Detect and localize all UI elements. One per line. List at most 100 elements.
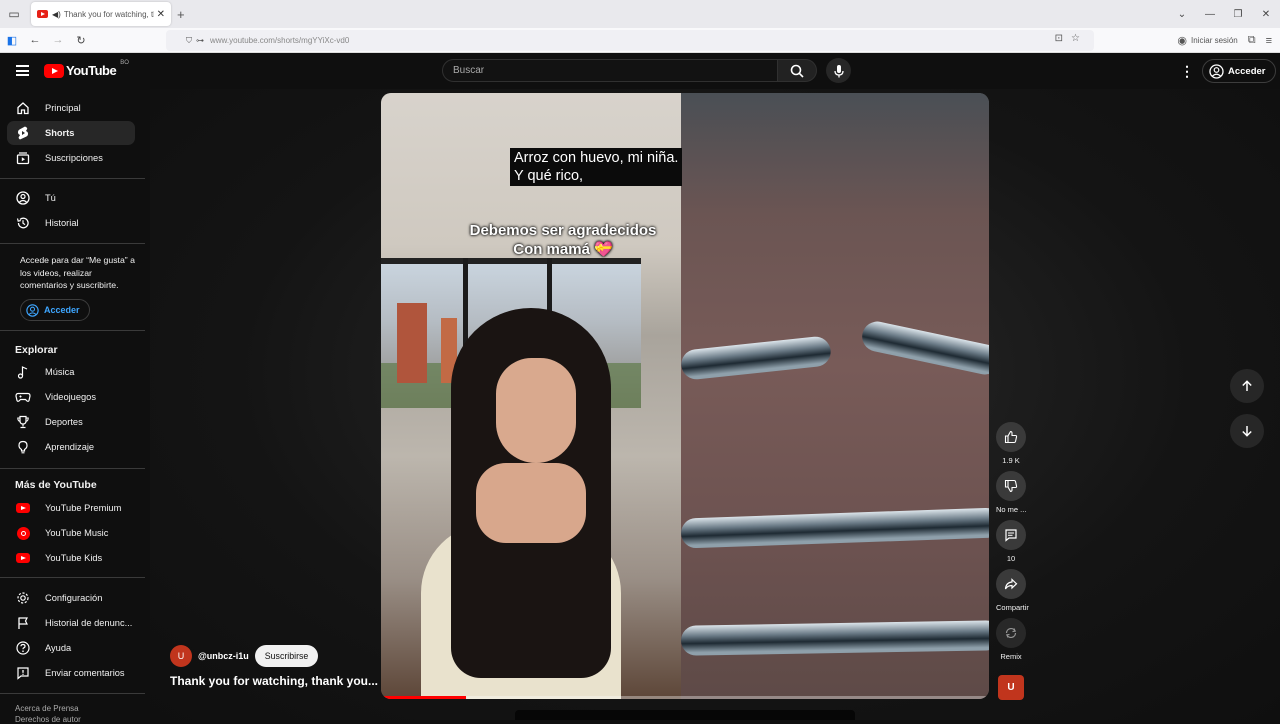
short-title[interactable]: Thank you for watching, thank you... (170, 674, 378, 688)
like-count: 1.9 K (1002, 456, 1020, 465)
music-note-icon (15, 364, 31, 380)
browser-signin-label[interactable]: Iniciar sesión (1191, 36, 1238, 45)
sidebar-divider (0, 178, 145, 179)
sidebar-item-enviar-comentarios[interactable]: Enviar comentarios (7, 661, 135, 685)
sidebar-item-label: Historial de denunc... (45, 618, 133, 628)
sidebar-item-musica[interactable]: Música (7, 360, 135, 384)
nav-right-tools: ◉ Iniciar sesión ⧉ ≡ (1177, 28, 1272, 53)
address-bar[interactable]: ⛉ ⊶ www.youtube.com/shorts/mgYYiXc-vd0 ⊡… (166, 30, 1094, 51)
short-video-player[interactable]: Arroz con huevo, mi niña. Y qué rico, De… (381, 93, 989, 699)
overlay-line-1: Debemos ser agradecidos (469, 222, 657, 239)
channel-name[interactable]: @unbcz-i1u (198, 651, 249, 661)
shield-icon[interactable]: ⛉ (186, 36, 192, 46)
reload-icon[interactable]: ↻ (70, 34, 92, 47)
browser-tab-bar: ▭ ◀) Thank you for watching, thank y ✕ +… (0, 0, 1280, 28)
comments-button[interactable] (996, 520, 1026, 550)
extensions-icon[interactable]: ⧉ (1248, 34, 1256, 47)
video-subtitle: Arroz con huevo, mi niña. Y qué rico, (510, 148, 683, 186)
youtube-favicon-icon (37, 10, 48, 18)
minimize-icon[interactable]: — (1196, 9, 1224, 20)
subtitle-line-2: Y qué rico, (514, 168, 584, 184)
sidebar-item-tu[interactable]: Tú (7, 186, 135, 210)
like-button[interactable] (996, 422, 1026, 452)
youtube-music-icon (15, 525, 31, 541)
sidebar-signin-button[interactable]: Acceder (20, 299, 90, 321)
video-right-scene (679, 93, 989, 699)
back-icon[interactable]: ← (24, 34, 46, 46)
browser-tab[interactable]: ◀) Thank you for watching, thank y ✕ (31, 2, 171, 26)
sidebar-item-aprendizaje[interactable]: Aprendizaje (7, 435, 135, 459)
sidebar-item-ayuda[interactable]: Ayuda (7, 636, 135, 660)
channel-avatar[interactable]: U (170, 645, 192, 667)
restore-icon[interactable]: ❐ (1224, 9, 1252, 20)
dislike-label: No me ... (996, 505, 1027, 514)
sidebar-item-youtube-kids[interactable]: YouTube Kids (7, 546, 135, 570)
footer-links[interactable]: Acerca de Prensa (15, 704, 79, 713)
search-icon (790, 64, 804, 78)
speaker-icon[interactable]: ◀) (52, 10, 61, 19)
subtitle-line-1: Arroz con huevo, mi niña. (514, 150, 679, 166)
sidebar-item-videojuegos[interactable]: Videojuegos (7, 385, 135, 409)
account-icon[interactable]: ◉ (1177, 34, 1187, 47)
search-input[interactable]: Buscar (442, 59, 778, 82)
youtube-logo[interactable]: YouTube BO (44, 59, 129, 78)
menu-icon[interactable]: ≡ (1266, 35, 1272, 47)
signin-prompt-text: Accede para dar “Me gusta” a los videos,… (20, 255, 135, 290)
signin-label: Acceder (1228, 65, 1266, 77)
sidebar-item-historial[interactable]: Historial (7, 211, 135, 235)
voice-search-button[interactable] (826, 58, 851, 83)
sidebar-item-youtube-music[interactable]: YouTube Music (7, 521, 135, 545)
sidebar-item-label: Enviar comentarios (45, 668, 125, 678)
tab-title: Thank you for watching, thank y (63, 9, 154, 19)
sidebar-item-label: Música (45, 367, 75, 377)
remix-icon (1005, 627, 1017, 639)
subscribe-button[interactable]: Suscribirse (254, 645, 319, 667)
video-progress-bar[interactable] (381, 696, 989, 699)
new-tab-icon[interactable]: + (177, 7, 185, 22)
sidebar-item-deportes[interactable]: Deportes (7, 410, 135, 434)
flag-icon (15, 615, 31, 631)
microphone-icon (833, 64, 844, 77)
sidebar-item-principal[interactable]: Principal (7, 96, 135, 120)
account-circle-icon (1209, 63, 1224, 79)
dislike-button[interactable] (996, 471, 1026, 501)
explore-heading: Explorar (15, 344, 58, 356)
sidebar-item-suscripciones[interactable]: Suscripciones (7, 146, 135, 170)
arrow-up-icon (1242, 380, 1252, 391)
signin-button[interactable]: Acceder (1202, 59, 1276, 83)
share-icon (1004, 578, 1018, 590)
share-button[interactable] (996, 569, 1026, 599)
sidebar-divider (0, 693, 145, 694)
tab-list-icon[interactable]: ▭ (3, 3, 25, 25)
sidebar-item-label: Shorts (45, 128, 75, 138)
remix-button[interactable] (996, 618, 1026, 648)
shorts-icon (15, 125, 31, 141)
sidebar-item-configuracion[interactable]: Configuración (7, 586, 135, 610)
bookmark-star-icon[interactable]: ⊡☆ (1055, 33, 1088, 44)
feedback-icon (15, 665, 31, 681)
sound-channel-avatar[interactable]: U (998, 675, 1024, 700)
comments-action: 10 (996, 520, 1026, 563)
sidebar-item-historial-denuncias[interactable]: Historial de denunc... (7, 611, 135, 635)
sidebar-divider (0, 330, 145, 331)
sidebar-toggle-icon[interactable]: ◧ (1, 34, 23, 47)
next-short-button[interactable] (1230, 414, 1264, 448)
close-tab-icon[interactable]: ✕ (157, 9, 165, 20)
gear-icon (15, 590, 31, 606)
video-person-neck (476, 463, 586, 543)
previous-short-button[interactable] (1230, 369, 1264, 403)
video-pin-shape (680, 620, 989, 656)
sidebar-item-label: Videojuegos (45, 392, 97, 402)
forward-icon[interactable]: → (47, 34, 69, 46)
tab-overflow-chevron-icon[interactable]: ⌄ (1168, 9, 1196, 20)
close-window-icon[interactable]: ✕ (1252, 9, 1280, 20)
country-code: BO (120, 59, 129, 66)
sidebar-item-shorts[interactable]: Shorts (7, 121, 135, 145)
search-button[interactable] (777, 59, 817, 82)
hamburger-menu-icon[interactable] (16, 65, 29, 76)
more-options-icon[interactable]: ⋮ (1180, 63, 1194, 80)
video-building (397, 303, 427, 383)
site-info-icon[interactable]: ⊶ (196, 36, 204, 45)
sidebar-item-youtube-premium[interactable]: YouTube Premium (7, 496, 135, 520)
thumbs-up-icon (1004, 430, 1018, 444)
